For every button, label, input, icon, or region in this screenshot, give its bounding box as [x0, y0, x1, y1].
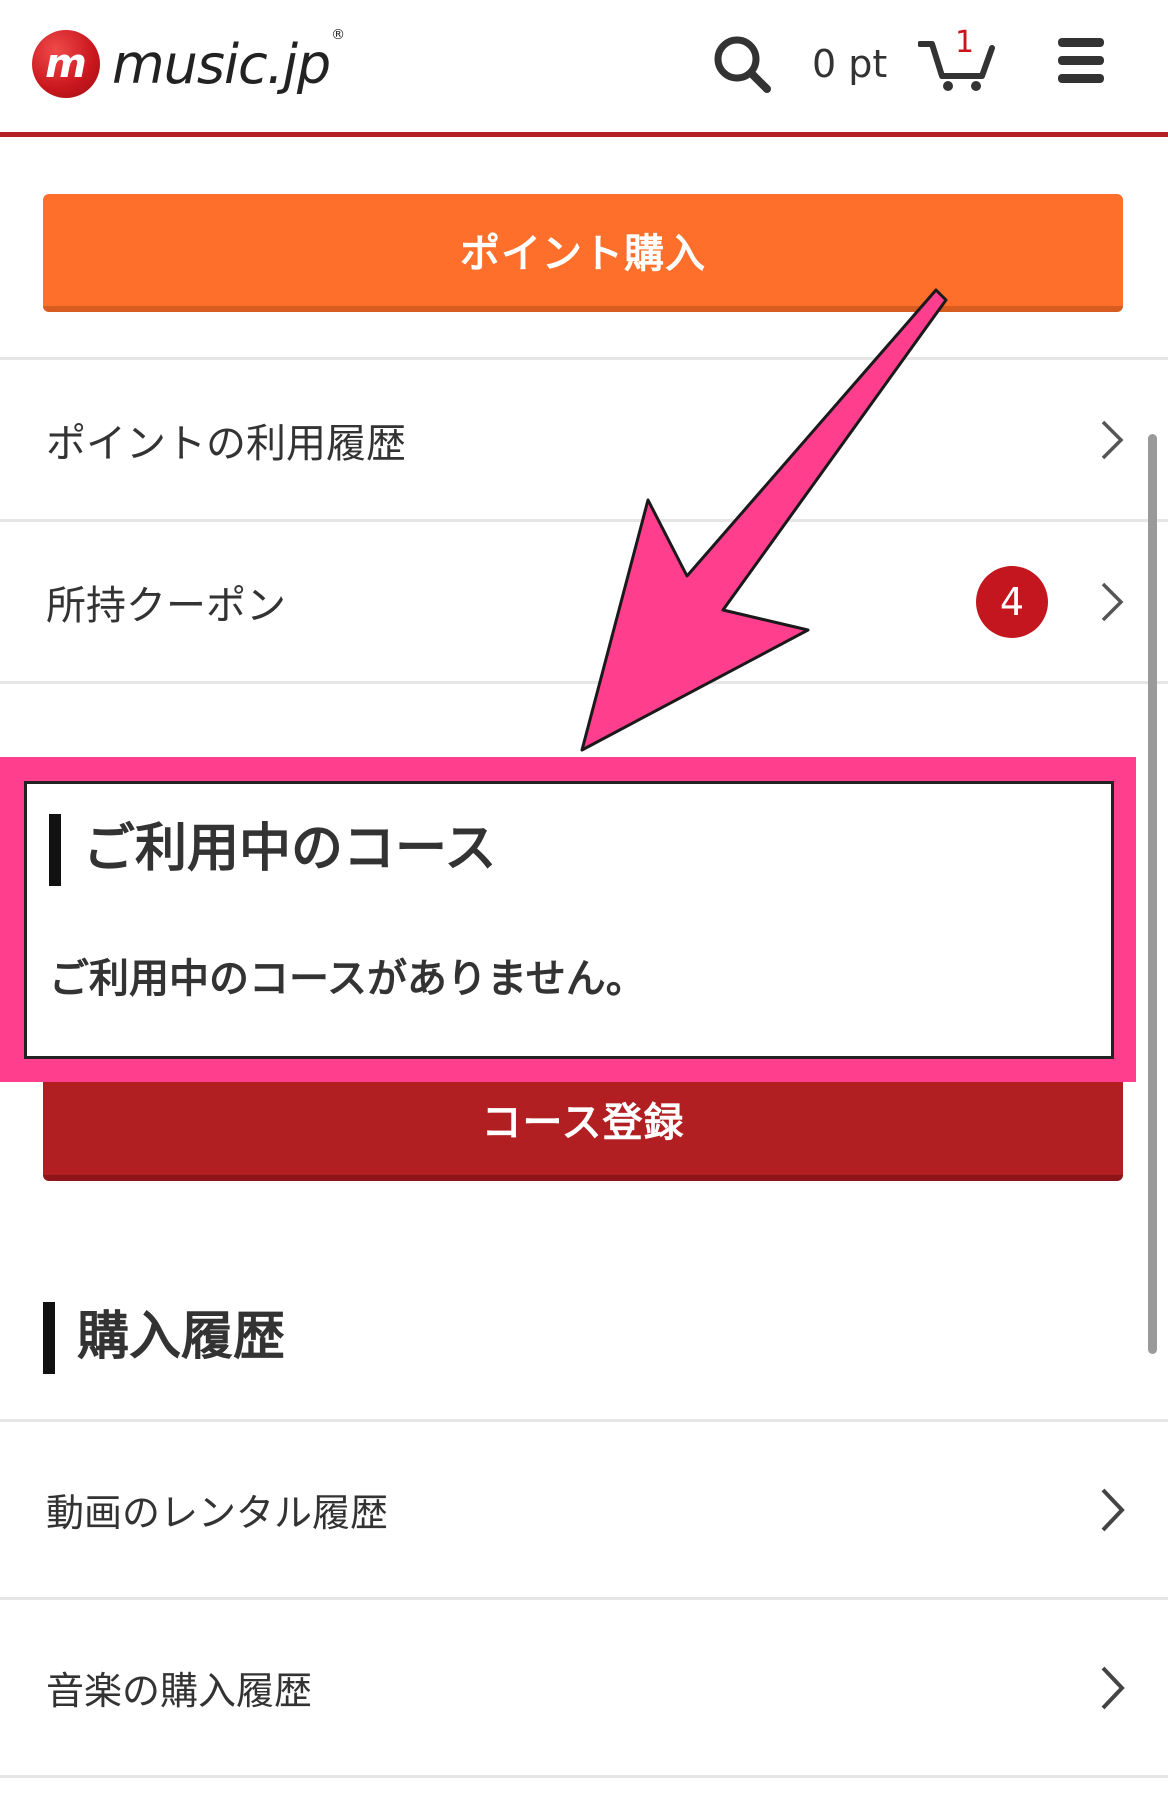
app-header: m music.jp ® 0 pt 1	[0, 0, 1168, 137]
chevron-right-icon	[1101, 420, 1124, 459]
music-jp-logo[interactable]: m music.jp ®	[32, 27, 345, 100]
current-course-highlight: ご利用中のコース ご利用中のコースがありません。	[0, 757, 1136, 1082]
search-icon[interactable]	[712, 34, 772, 94]
video-rental-history-label: 動画のレンタル履歴	[46, 1491, 389, 1535]
chevron-right-icon	[1101, 1488, 1125, 1531]
music-purchase-history-row[interactable]: 音楽の購入履歴	[0, 1597, 1168, 1775]
no-course-message: ご利用中のコースがありません。	[49, 956, 646, 1002]
chevron-right-icon	[1101, 1666, 1125, 1709]
current-course-title: ご利用中のコース	[49, 814, 496, 886]
hamburger-menu-icon[interactable]	[1058, 34, 1104, 88]
coupons-label: 所持クーポン	[46, 582, 286, 629]
chevron-right-icon	[1101, 582, 1124, 621]
music-purchase-history-label: 音楽の購入履歴	[46, 1669, 313, 1713]
buy-points-button[interactable]: ポイント購入	[43, 194, 1123, 312]
point-history-label: ポイントの利用履歴	[46, 420, 406, 467]
scrollbar[interactable]	[1148, 434, 1157, 1354]
coupons-row[interactable]: 所持クーポン 4	[0, 519, 1168, 681]
registered-mark: ®	[331, 26, 345, 43]
logo-text: music.jp	[112, 32, 331, 96]
current-course-section: ご利用中のコース ご利用中のコースがありません。	[24, 781, 1114, 1059]
logo-mark: m	[32, 30, 100, 98]
divider	[0, 1775, 1168, 1778]
purchase-history-title: 購入履歴	[43, 1302, 285, 1374]
point-history-row[interactable]: ポイントの利用履歴	[0, 357, 1168, 519]
divider	[0, 681, 1168, 684]
coupon-count-badge: 4	[976, 565, 1048, 638]
cart-count: 1	[955, 25, 975, 60]
points-balance[interactable]: 0 pt	[812, 40, 887, 88]
logo-wordmark: music.jp ®	[112, 27, 345, 96]
video-rental-history-row[interactable]: 動画のレンタル履歴	[0, 1419, 1168, 1597]
